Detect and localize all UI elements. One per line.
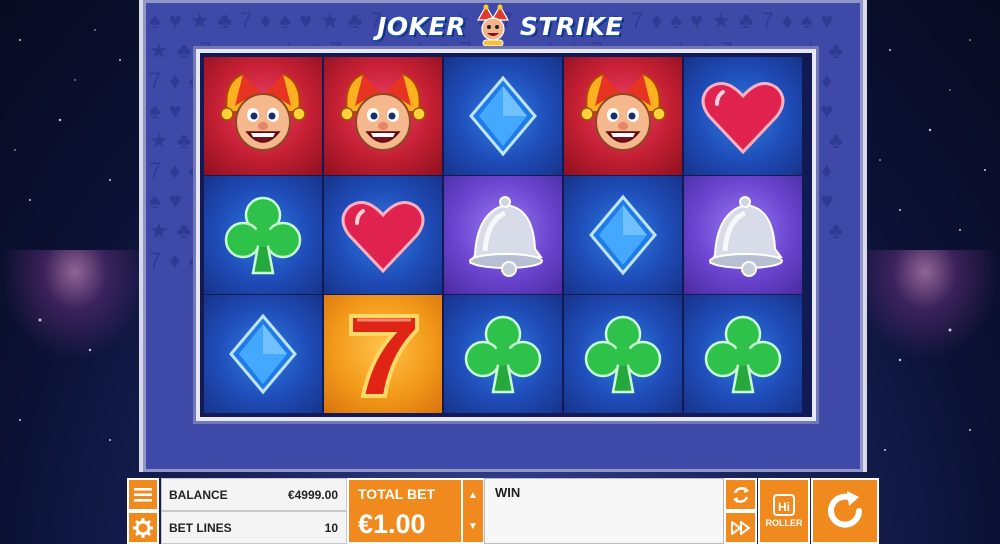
reel-cell [684,176,802,294]
reel-cell [684,295,802,413]
hiroller-label: ROLLER [765,518,803,528]
fast-play-button[interactable] [724,511,757,544]
joker-symbol-icon [573,66,673,166]
reel-cell [444,176,562,294]
reel-cell [324,295,442,413]
club-symbol-icon [573,304,673,404]
balance-value: €4999.00 [287,488,338,502]
city-lights-right [850,250,1000,360]
logo-word-left: JOKER [377,11,466,41]
hiroller-button[interactable]: Hi ROLLER [758,478,810,544]
reel-cell [324,57,442,175]
reel-cell [564,295,682,413]
bet-lines-label: BET LINES [169,521,232,535]
club-symbol-icon [213,185,313,285]
game-logo: JOKER STRIKE [360,4,640,48]
triangle-down-icon: ▼ [468,521,478,532]
reel-cell [204,295,322,413]
circular-arrow-spin-icon [828,491,862,528]
bet-decrease-button[interactable]: ▼ [463,511,483,542]
club-symbol-icon [693,304,793,404]
triangle-up-icon: ▲ [468,490,478,501]
hamburger-menu-icon [134,487,152,501]
bet-adjuster: ▲ ▼ [461,478,485,544]
diamond-symbol-icon [573,185,673,285]
heart-symbol-icon [693,66,793,166]
bell-symbol-icon [693,185,793,285]
reel-grid [196,49,816,421]
loop-arrows-icon [732,486,749,503]
control-bar: BALANCE €4999.00 BET LINES 10 TOTAL BET … [127,478,879,544]
total-bet-value: €1.00 [358,509,426,539]
heart-symbol-icon [333,185,433,285]
settings-button[interactable] [127,511,159,544]
city-lights-left [0,250,150,360]
win-label: WIN [495,485,521,500]
jester-logo-icon [476,4,509,47]
gear-icon [133,517,153,538]
balance-panel: BALANCE €4999.00 [161,478,347,511]
reel-cell [564,176,682,294]
bet-lines-value: 10 [324,521,338,535]
bet-lines-panel: BET LINES 10 [161,511,347,544]
reel-cell [564,57,682,175]
diamond-symbol-icon [453,66,553,166]
bell-symbol-icon [453,185,553,285]
balance-label: BALANCE [169,488,228,502]
reel-cell [324,176,442,294]
autoplay-button[interactable] [724,478,757,511]
spin-button[interactable] [811,478,879,544]
joker-symbol-icon [213,66,313,166]
joker-symbol-icon [333,66,433,166]
diamond-symbol-icon [213,304,313,404]
reel-cell [444,295,562,413]
total-bet-label: TOTAL BET [358,486,435,502]
bet-increase-button[interactable]: ▲ [463,480,483,511]
menu-button[interactable] [127,478,159,511]
reel-cell [444,57,562,175]
club-symbol-icon [453,304,553,404]
fast-forward-icon [730,520,751,535]
reel-cell [204,176,322,294]
logo-word-right: STRIKE [519,11,623,41]
hiroller-badge: Hi [773,494,795,516]
reel-cell [684,57,802,175]
seven-symbol-icon [333,304,433,404]
win-panel: WIN [484,478,724,544]
reel-cell [204,57,322,175]
